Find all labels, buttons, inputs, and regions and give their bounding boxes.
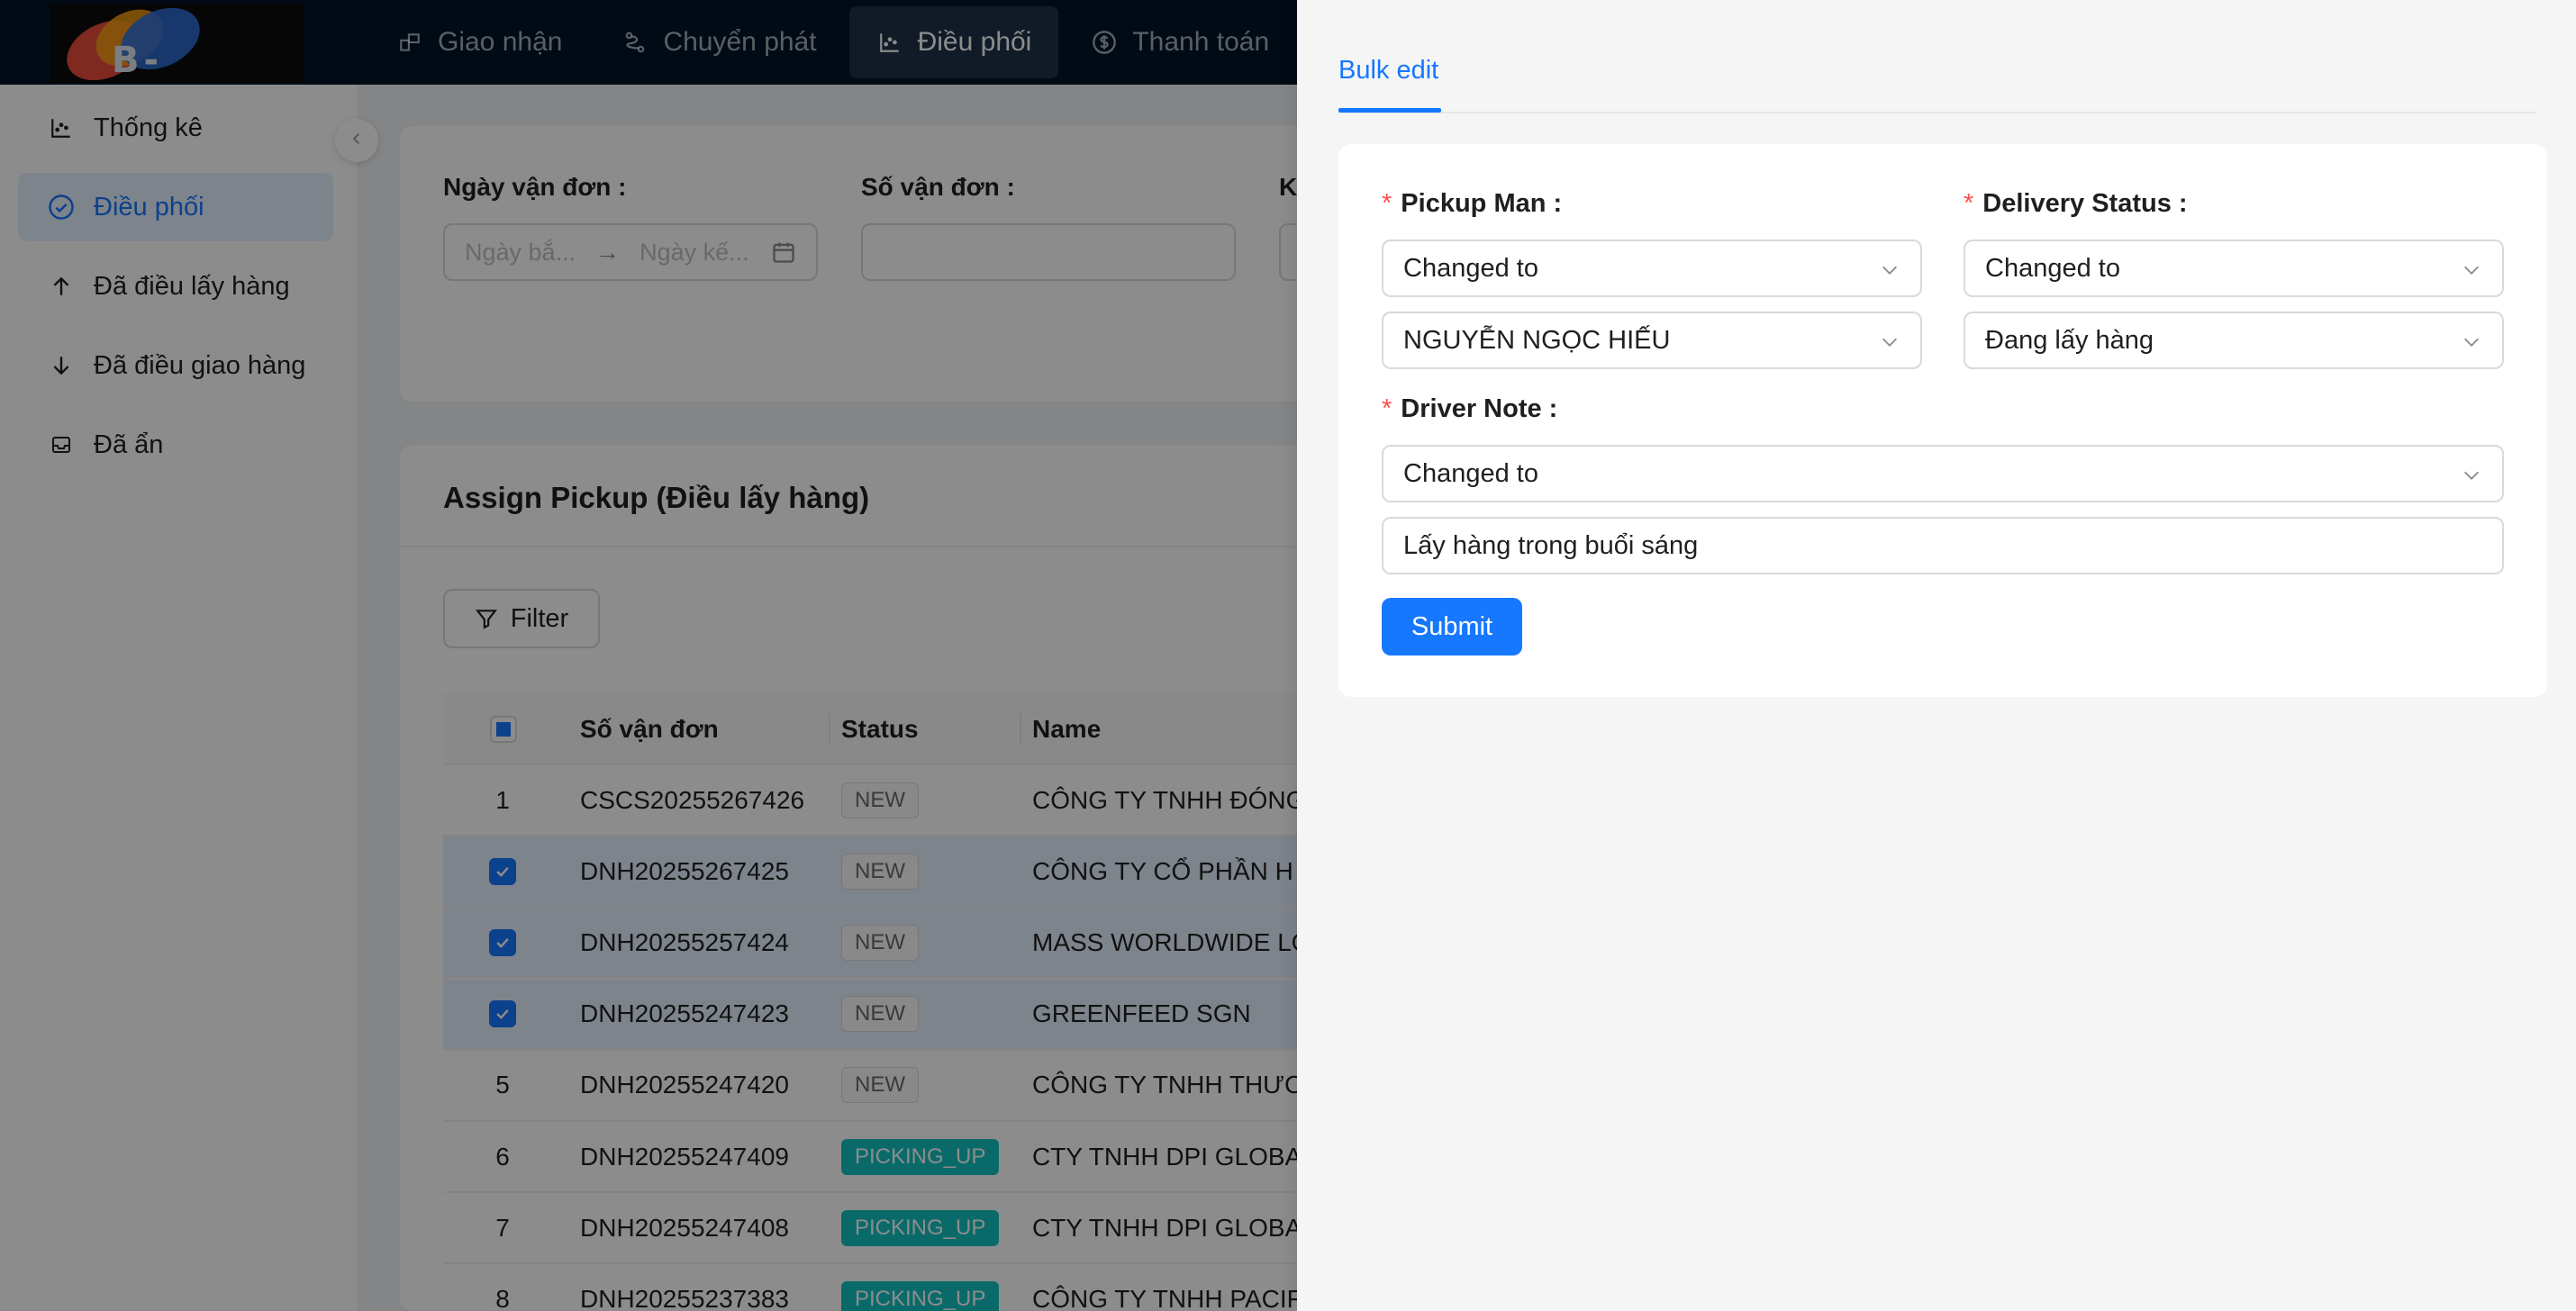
chevron-down-icon bbox=[2461, 259, 2482, 281]
delivery-status-select[interactable]: Đang lấy hàng bbox=[1964, 312, 2504, 369]
driver-note-input[interactable]: Lấy hàng trong buổi sáng bbox=[1382, 517, 2504, 574]
driver-note-mode-value: Changed to bbox=[1403, 458, 1538, 488]
required-mark: * bbox=[1964, 189, 1974, 218]
pickup-man-select[interactable]: NGUYỄN NGỌC HIẾU bbox=[1382, 312, 1922, 369]
driver-note-label-text: Driver Note bbox=[1401, 394, 1542, 423]
chevron-down-icon bbox=[1879, 259, 1900, 281]
pickup-man-value: NGUYỄN NGỌC HIẾU bbox=[1403, 325, 1671, 355]
delivery-status-mode-select[interactable]: Changed to bbox=[1964, 240, 2504, 297]
chevron-down-icon bbox=[2461, 331, 2482, 353]
drawer-tabs: Bulk edit bbox=[1338, 0, 2536, 113]
drawer-mask-overlay[interactable] bbox=[0, 0, 1297, 1311]
pickup-man-label: * Pickup Man : bbox=[1382, 189, 1563, 218]
delivery-status-value: Đang lấy hàng bbox=[1985, 325, 2154, 355]
driver-note-value: Lấy hàng trong buổi sáng bbox=[1403, 530, 1699, 560]
chevron-down-icon bbox=[2461, 465, 2482, 486]
delivery-status-mode-value: Changed to bbox=[1985, 253, 2120, 283]
delivery-status-label: * Delivery Status : bbox=[1964, 189, 2188, 218]
delivery-status-label-text: Delivery Status bbox=[1982, 189, 2172, 218]
submit-button[interactable]: Submit bbox=[1382, 598, 1522, 656]
required-mark: * bbox=[1382, 189, 1392, 218]
required-mark: * bbox=[1382, 394, 1392, 423]
active-tab-indicator bbox=[1338, 108, 1441, 113]
driver-note-label: * Driver Note : bbox=[1382, 394, 1558, 423]
bulk-edit-drawer: Bulk edit * Pickup Man : Changed to NGUY… bbox=[1297, 0, 2576, 1311]
pickup-man-mode-select[interactable]: Changed to bbox=[1382, 240, 1922, 297]
pickup-man-label-text: Pickup Man bbox=[1401, 189, 1547, 218]
chevron-down-icon bbox=[1879, 331, 1900, 353]
tab-bulk-edit[interactable]: Bulk edit bbox=[1338, 56, 1438, 86]
bulk-edit-form: * Pickup Man : Changed to NGUYỄN NGỌC HI… bbox=[1338, 144, 2547, 697]
pickup-man-mode-value: Changed to bbox=[1403, 253, 1538, 283]
driver-note-mode-select[interactable]: Changed to bbox=[1382, 445, 2504, 502]
